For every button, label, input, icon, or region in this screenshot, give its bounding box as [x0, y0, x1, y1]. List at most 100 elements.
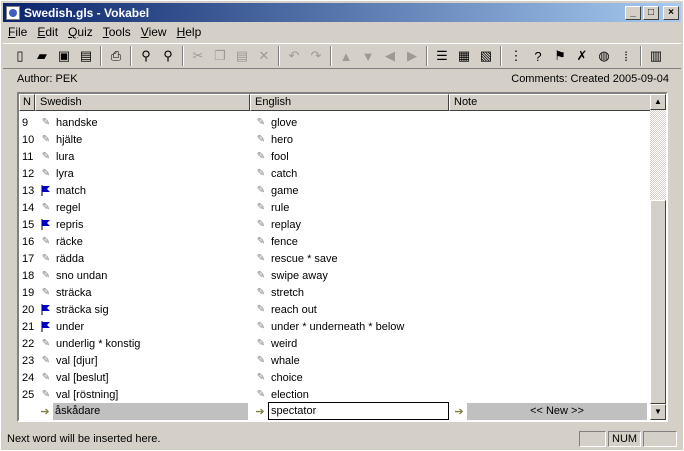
- swedish-word[interactable]: val [röstning]: [56, 389, 118, 401]
- table-row[interactable]: 16 ✎ räcke ✎ fence: [19, 233, 652, 250]
- pencil-icon[interactable]: ✎: [39, 355, 53, 366]
- english-word[interactable]: catch: [271, 168, 297, 180]
- english-word[interactable]: stretch: [271, 287, 304, 299]
- swedish-word[interactable]: repris: [56, 219, 84, 231]
- table-row[interactable]: 10 ✎ hjälte ✎ hero: [19, 131, 652, 148]
- table-row[interactable]: 19 ✎ sträcka ✎ stretch: [19, 284, 652, 301]
- table-row[interactable]: 11 ✎ lura ✎ fool: [19, 148, 652, 165]
- pencil-icon[interactable]: ✎: [254, 202, 268, 213]
- header-n[interactable]: N: [19, 94, 35, 111]
- pencil-icon[interactable]: ✎: [254, 270, 268, 281]
- cut-icon[interactable]: ✂: [187, 45, 209, 67]
- pencil-icon[interactable]: ✎: [254, 219, 268, 230]
- properties-icon[interactable]: ▤: [75, 45, 97, 67]
- pencil-icon[interactable]: ✎: [254, 355, 268, 366]
- swedish-word[interactable]: handske: [56, 117, 98, 129]
- new-note-field[interactable]: << New >>: [467, 402, 647, 420]
- header-english[interactable]: English: [250, 94, 449, 111]
- menu-view[interactable]: View: [136, 25, 172, 39]
- redo-icon[interactable]: ↷: [305, 45, 327, 67]
- pencil-icon[interactable]: ✎: [254, 304, 268, 315]
- new-english-input[interactable]: spectator: [268, 402, 449, 420]
- english-word[interactable]: hero: [271, 134, 293, 146]
- pencil-icon[interactable]: ✎: [39, 270, 53, 281]
- table-row[interactable]: 23 ✎ val [djur] ✎ whale: [19, 352, 652, 369]
- swedish-word[interactable]: hjälte: [56, 134, 82, 146]
- english-word[interactable]: fool: [271, 151, 289, 163]
- flags-icon[interactable]: ⚑: [549, 45, 571, 67]
- minimize-button[interactable]: _: [625, 5, 641, 20]
- pencil-icon[interactable]: ✎: [39, 168, 53, 179]
- pencil-icon[interactable]: ✎: [254, 134, 268, 145]
- pencil-icon[interactable]: ✎: [254, 338, 268, 349]
- pencil-icon[interactable]: ✎: [39, 338, 53, 349]
- english-word[interactable]: under * underneath * below: [271, 321, 404, 333]
- scroll-track[interactable]: [650, 110, 666, 200]
- quiz-question-icon[interactable]: ?: [527, 45, 549, 67]
- table-row[interactable]: 15 repris ✎ replay: [19, 216, 652, 233]
- english-word[interactable]: fence: [271, 236, 298, 248]
- scroll-up-icon[interactable]: ▲: [650, 94, 666, 110]
- flag-icon[interactable]: [39, 185, 53, 196]
- new-entry-row[interactable]: ➔ åskådare ➔ spectator ➔ << New >>: [19, 402, 652, 420]
- english-word[interactable]: rescue * save: [271, 253, 338, 265]
- pencil-icon[interactable]: ✎: [254, 185, 268, 196]
- english-word[interactable]: rule: [271, 202, 289, 214]
- header-note[interactable]: Note: [449, 94, 652, 111]
- table-row[interactable]: 22 ✎ underlig * konstig ✎ weird: [19, 335, 652, 352]
- swedish-word[interactable]: val [djur]: [56, 355, 98, 367]
- panel-icon[interactable]: ▥: [645, 45, 667, 67]
- new-swedish-field[interactable]: åskådare: [53, 402, 248, 420]
- pencil-icon[interactable]: ✎: [254, 321, 268, 332]
- pencil-icon[interactable]: ✎: [39, 117, 53, 128]
- card-view-icon[interactable]: ▦: [453, 45, 475, 67]
- table-row[interactable]: 18 ✎ sno undan ✎ swipe away: [19, 267, 652, 284]
- app-icon[interactable]: [6, 5, 20, 20]
- move-down-icon[interactable]: ▼: [357, 45, 379, 67]
- pencil-icon[interactable]: ✎: [39, 287, 53, 298]
- table-row[interactable]: 17 ✎ rädda ✎ rescue * save: [19, 250, 652, 267]
- pencil-icon[interactable]: ✎: [254, 236, 268, 247]
- pencil-icon[interactable]: ✎: [254, 287, 268, 298]
- swedish-word[interactable]: sno undan: [56, 270, 107, 282]
- swedish-word[interactable]: match: [56, 185, 86, 197]
- english-word[interactable]: whale: [271, 355, 300, 367]
- maximize-button[interactable]: □: [643, 5, 659, 20]
- pencil-icon[interactable]: ✎: [254, 389, 268, 400]
- pencil-icon[interactable]: ✎: [39, 253, 53, 264]
- swedish-word[interactable]: regel: [56, 202, 80, 214]
- table-row[interactable]: 20 sträcka sig ✎ reach out: [19, 301, 652, 318]
- table-row[interactable]: 13 match ✎ game: [19, 182, 652, 199]
- move-up-icon[interactable]: ▲: [335, 45, 357, 67]
- english-word[interactable]: choice: [271, 372, 303, 384]
- swedish-word[interactable]: sträcka sig: [56, 304, 109, 316]
- english-word[interactable]: election: [271, 389, 309, 401]
- pencil-icon[interactable]: ✎: [254, 151, 268, 162]
- english-word[interactable]: weird: [271, 338, 297, 350]
- pencil-icon[interactable]: ✎: [254, 168, 268, 179]
- english-word[interactable]: replay: [271, 219, 301, 231]
- swedish-word[interactable]: sträcka: [56, 287, 91, 299]
- menu-edit[interactable]: Edit: [32, 25, 63, 39]
- list-view-icon[interactable]: ☰: [431, 45, 453, 67]
- pencil-icon[interactable]: ✎: [39, 134, 53, 145]
- paste-icon[interactable]: ▤: [231, 45, 253, 67]
- pencil-icon[interactable]: ✎: [254, 117, 268, 128]
- english-word[interactable]: swipe away: [271, 270, 328, 282]
- pencil-icon[interactable]: ✎: [39, 389, 53, 400]
- table-row[interactable]: 9 ✎ handske ✎ glove: [19, 114, 652, 131]
- print-icon[interactable]: ⎙: [105, 45, 127, 67]
- table-row[interactable]: 25 ✎ val [röstning] ✎ election: [19, 386, 652, 403]
- pencil-icon[interactable]: ✎: [39, 372, 53, 383]
- new-file-icon[interactable]: ▯: [9, 45, 31, 67]
- open-folder-icon[interactable]: ▰: [31, 45, 53, 67]
- swedish-word[interactable]: lyra: [56, 168, 74, 180]
- vertical-scrollbar[interactable]: ▲ ▼: [650, 94, 666, 420]
- scroll-thumb[interactable]: [650, 200, 666, 404]
- edit-view-icon[interactable]: ▧: [475, 45, 497, 67]
- flag-icon[interactable]: [39, 321, 53, 332]
- swedish-word[interactable]: val [beslut]: [56, 372, 109, 384]
- table-row[interactable]: 12 ✎ lyra ✎ catch: [19, 165, 652, 182]
- find-next-icon[interactable]: ⚲: [157, 45, 179, 67]
- flag-icon[interactable]: [39, 304, 53, 315]
